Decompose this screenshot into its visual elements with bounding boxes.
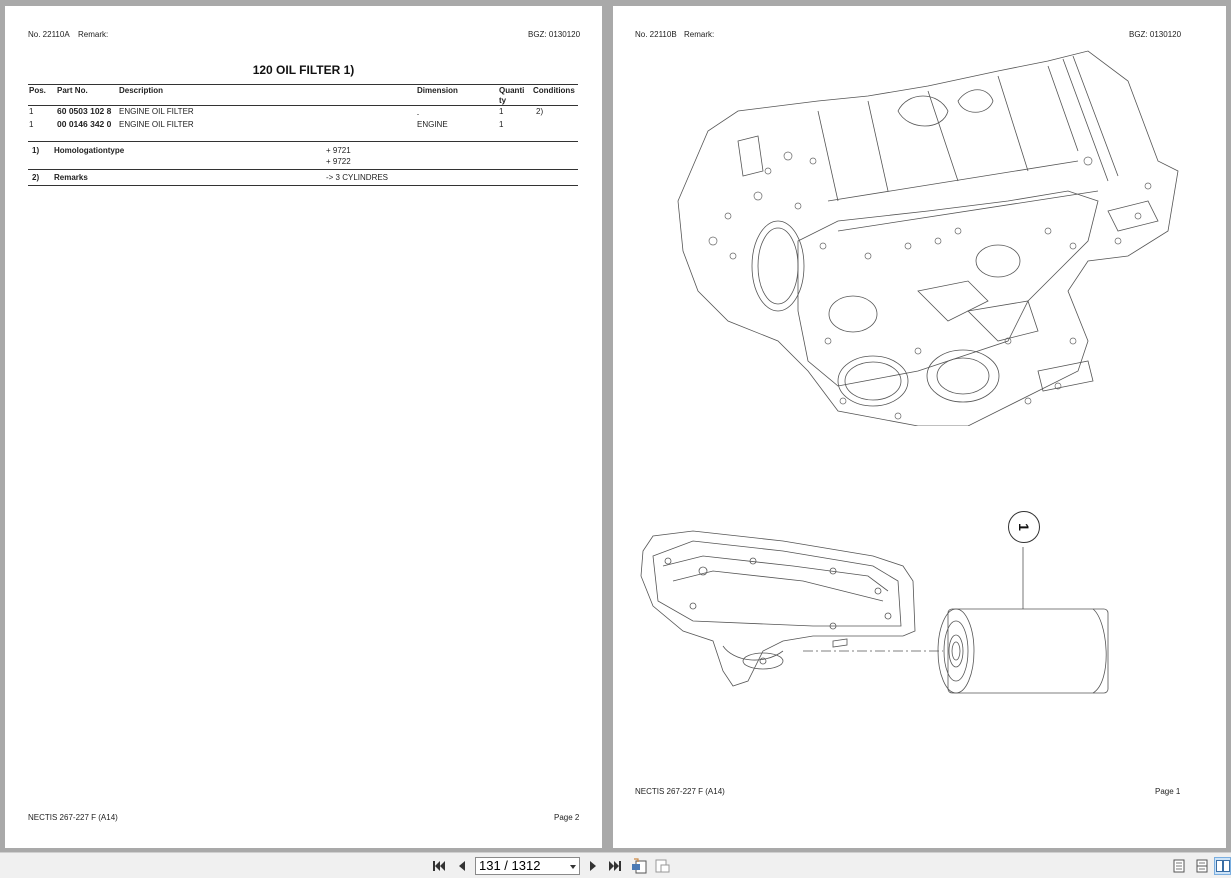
two-page-view-button[interactable] <box>1214 857 1231 875</box>
column-header-dimension: Dimension <box>417 86 458 95</box>
header-bgz-code: BGZ: 0130120 <box>1129 30 1182 39</box>
row-pos: 1 <box>29 107 34 116</box>
continuous-view-icon <box>1196 859 1208 873</box>
row-description: ENGINE OIL FILTER <box>119 120 194 129</box>
callout-number: 1 <box>1015 523 1032 531</box>
single-page-view-button[interactable] <box>1170 857 1188 875</box>
footer-page-number: Page 2 <box>554 813 580 822</box>
next-page-icon <box>590 861 596 871</box>
note-number: 2) <box>32 173 40 182</box>
note-label: Remarks <box>54 173 88 182</box>
viewer-toolbar: 131 / 1312 <box>0 852 1231 878</box>
column-header-pos: Pos. <box>29 86 46 95</box>
next-page-button[interactable] <box>584 857 602 875</box>
dimension-tick <box>417 114 419 115</box>
previous-page-icon <box>459 861 465 871</box>
row-quantity: 1 <box>499 107 504 116</box>
note-label: Homologationtype <box>54 146 125 155</box>
callout-bubble: 1 <box>1008 511 1040 543</box>
row-part-number: 00 0146 342 0 <box>57 119 112 129</box>
previous-page-button[interactable] <box>453 857 471 875</box>
first-page-icon <box>433 861 445 871</box>
column-header-quantity: Quanti <box>499 86 525 95</box>
rotate-icon <box>632 858 647 874</box>
header-remark-label: Remark: <box>78 30 109 39</box>
header-document-number: No. 22110A <box>28 30 70 39</box>
note-value: + 9722 <box>326 157 351 166</box>
page-indicator-text: 131 / 1312 <box>479 858 541 873</box>
notes-bottom-rule <box>28 185 578 186</box>
row-quantity: 1 <box>499 120 504 129</box>
header-remark-label: Remark: <box>684 30 715 39</box>
header-document-number: No. 22110B <box>635 30 677 39</box>
row-part-number: 60 0503 102 8 <box>57 106 112 116</box>
footer-model: NECTIS 267-227 F (A14) <box>28 813 118 822</box>
single-page-view-icon <box>1173 859 1185 873</box>
engine-block-drawing <box>677 50 1179 426</box>
column-header-description: Description <box>119 86 164 95</box>
column-header-part-no: Part No. <box>57 86 88 95</box>
footer-model: NECTIS 267-227 F (A14) <box>635 787 725 796</box>
column-header-quantity-wrap: ty <box>499 96 507 105</box>
note-value: -> 3 CYLINDRES <box>326 173 389 182</box>
oil-filter-exploded-drawing <box>640 530 1109 694</box>
two-page-view-icon <box>1215 860 1230 872</box>
rotate-button[interactable] <box>630 857 648 875</box>
note-number: 1) <box>32 146 40 155</box>
notes-top-rule <box>28 141 578 142</box>
first-page-button[interactable] <box>430 857 448 875</box>
left-document-page: No. 22110A Remark: BGZ: 0130120 120 OIL … <box>5 6 602 848</box>
last-page-icon <box>609 861 621 871</box>
column-header-conditions: Conditions <box>533 86 575 95</box>
table-top-rule <box>28 84 578 85</box>
row-description: ENGINE OIL FILTER <box>119 107 194 116</box>
last-page-button[interactable] <box>606 857 624 875</box>
chevron-down-icon[interactable] <box>570 865 576 869</box>
row-pos: 1 <box>29 120 34 129</box>
page-number-field[interactable]: 131 / 1312 <box>475 857 580 875</box>
row-dimension: ENGINE <box>417 120 448 129</box>
note-value: + 9721 <box>326 146 351 155</box>
notes-divider-rule <box>28 169 578 170</box>
row-conditions: 2) <box>536 107 544 116</box>
right-document-page: No. 22110B Remark: BGZ: 0130120 1 NECTIS… <box>613 6 1226 848</box>
export-icon <box>655 859 670 873</box>
continuous-view-button[interactable] <box>1193 857 1211 875</box>
footer-page-number: Page 1 <box>1155 787 1181 796</box>
page-title: 120 OIL FILTER 1) <box>252 63 355 77</box>
header-bgz-code: BGZ: 0130120 <box>528 30 581 39</box>
export-button[interactable] <box>654 857 672 875</box>
